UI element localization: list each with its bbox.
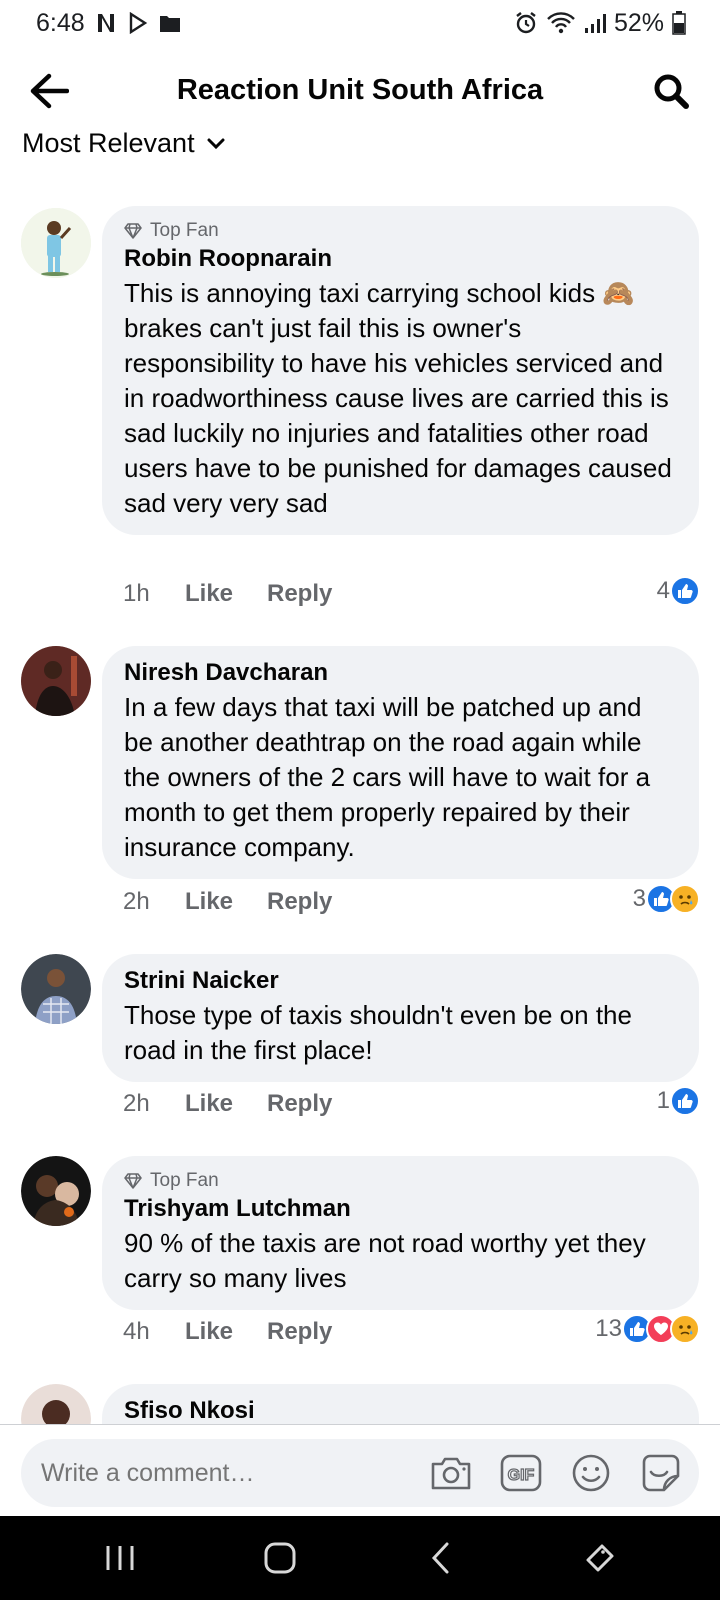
sad-reaction-icon (670, 1314, 700, 1344)
reaction-summary[interactable]: 3 (633, 884, 700, 914)
camera-icon (431, 1457, 471, 1490)
gif-icon: GIF (500, 1454, 542, 1492)
system-nav-bar (0, 1516, 720, 1600)
status-left: 6:48 (36, 9, 181, 38)
like-reaction-icon (670, 1086, 700, 1116)
diamond-icon (124, 1173, 142, 1189)
camera-button[interactable] (427, 1449, 475, 1497)
back-nav-button[interactable] (410, 1528, 470, 1588)
comment-author[interactable]: Strini Naicker (124, 966, 677, 996)
app-header: Reaction Unit South Africa (0, 56, 720, 126)
reaction-summary[interactable]: 1 (657, 1086, 700, 1116)
reaction-summary[interactable]: 4 (657, 576, 700, 606)
battery-percent: 52% (613, 8, 664, 37)
top-fan-badge: Top Fan (124, 1168, 677, 1194)
diamond-icon (124, 223, 142, 239)
reaction-count: 4 (656, 577, 670, 604)
comment: Sfiso Nkosi (0, 1384, 720, 1424)
comment-time: 2h (123, 888, 150, 915)
comment-bubble[interactable]: Niresh Davcharan In a few days that taxi… (102, 646, 699, 879)
status-bar: 6:48 52% (0, 0, 720, 46)
search-button[interactable] (648, 68, 694, 114)
rotate-icon (586, 1544, 614, 1572)
comment-author[interactable]: Trishyam Lutchman (124, 1194, 677, 1224)
signal-icon (584, 12, 606, 34)
gif-button[interactable]: GIF (497, 1449, 545, 1497)
like-reaction-icon (670, 576, 700, 606)
comment-actions: 2h Like Reply (123, 888, 332, 916)
comment-actions: 1h Like Reply (123, 580, 332, 608)
comment-time: 4h (123, 1318, 150, 1345)
comment-bubble[interactable]: Top Fan Robin Roopnarain This is annoyin… (102, 206, 699, 535)
reply-button[interactable]: Reply (267, 580, 332, 608)
folder-notification-icon (159, 13, 181, 33)
comment-actions: 2h Like Reply (123, 1090, 332, 1118)
avatar[interactable] (21, 1384, 91, 1424)
recents-icon (106, 1546, 134, 1570)
page-title: Reaction Unit South Africa (176, 74, 544, 106)
svg-text:GIF: GIF (508, 1467, 535, 1484)
avatar[interactable] (21, 954, 91, 1024)
status-right: 52% (514, 9, 686, 38)
recents-button[interactable] (90, 1528, 150, 1588)
comment-composer-bar: GIF (0, 1424, 720, 1516)
comment-author[interactable]: Robin Roopnarain (124, 244, 677, 274)
top-fan-badge: Top Fan (124, 218, 677, 244)
sad-reaction-icon (670, 884, 700, 914)
reply-button[interactable]: Reply (267, 1318, 332, 1346)
reaction-count: 3 (632, 885, 646, 912)
emoji-icon (572, 1454, 610, 1492)
reaction-count: 1 (656, 1087, 670, 1114)
sort-dropdown[interactable]: Most Relevant (22, 128, 225, 159)
comment-actions: 4h Like Reply (123, 1318, 332, 1346)
comment-text: 90 % of the taxis are not road worthy ye… (124, 1228, 646, 1293)
status-time: 6:48 (36, 8, 85, 37)
sticker-button[interactable] (637, 1449, 685, 1497)
comment-text: In a few days that taxi will be patched … (124, 692, 651, 862)
like-button[interactable]: Like (185, 1318, 267, 1346)
alarm-icon (514, 11, 538, 35)
top-fan-label: Top Fan (150, 1170, 219, 1191)
reply-button[interactable]: Reply (267, 888, 332, 916)
comment-bubble[interactable]: Strini Naicker Those type of taxis shoul… (102, 954, 699, 1082)
avatar[interactable] (21, 208, 91, 278)
comment-time: 2h (123, 1090, 150, 1117)
like-button[interactable]: Like (185, 1090, 267, 1118)
comment-author[interactable]: Niresh Davcharan (124, 658, 677, 688)
comment-composer[interactable]: GIF (21, 1439, 699, 1507)
top-fan-label: Top Fan (150, 220, 219, 241)
netflix-notification-icon (95, 12, 117, 34)
avatar[interactable] (21, 646, 91, 716)
chevron-down-icon (207, 138, 225, 149)
battery-icon (672, 11, 686, 35)
reaction-summary[interactable]: 13 (595, 1314, 700, 1344)
comment-input[interactable] (41, 1458, 401, 1488)
wifi-icon (546, 11, 576, 35)
comment-bubble[interactable]: Top Fan Trishyam Lutchman 90 % of the ta… (102, 1156, 699, 1310)
search-icon (654, 74, 689, 109)
home-icon (264, 1542, 296, 1574)
comment-time: 1h (123, 580, 150, 607)
comment-text: Those type of taxis shouldn't even be on… (124, 1000, 632, 1065)
sort-label: Most Relevant (22, 128, 195, 158)
emoji-button[interactable] (567, 1449, 615, 1497)
comment-text: This is annoying taxi carrying school ki… (124, 278, 672, 518)
back-chevron-icon (431, 1542, 449, 1574)
composer-icons: GIF (427, 1449, 685, 1497)
rotate-button[interactable] (570, 1528, 630, 1588)
reply-button[interactable]: Reply (267, 1090, 332, 1118)
play-store-notification-icon (127, 12, 149, 34)
like-button[interactable]: Like (185, 888, 267, 916)
avatar[interactable] (21, 1156, 91, 1226)
home-button[interactable] (250, 1528, 310, 1588)
comment-bubble[interactable]: Sfiso Nkosi (102, 1384, 699, 1424)
reaction-count: 13 (595, 1315, 622, 1342)
like-button[interactable]: Like (185, 580, 267, 608)
sticker-icon (642, 1454, 680, 1492)
comment-author[interactable]: Sfiso Nkosi (124, 1396, 677, 1424)
